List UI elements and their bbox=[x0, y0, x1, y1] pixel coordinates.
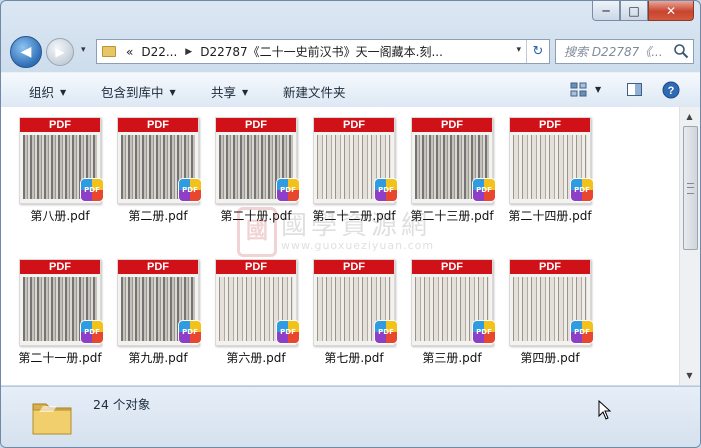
file-list[interactable]: PDF PDF 第八册.pdf PDF PDF 第二册.pdf PDF PDF … bbox=[1, 107, 679, 385]
share-menu[interactable]: 共享 ▼ bbox=[211, 82, 248, 101]
file-item[interactable]: PDF PDF 第六册.pdf bbox=[197, 257, 299, 375]
breadcrumb-overflow[interactable]: « bbox=[126, 45, 133, 59]
file-name: 第四册.pdf bbox=[520, 351, 580, 365]
navigation-bar: ◀ ▶ ▾ « D22... ▶ D22787《二十一史前汉书》天一阁藏本.刻.… bbox=[1, 34, 700, 68]
details-pane: 24 个对象 bbox=[1, 386, 700, 447]
recent-pages-dropdown[interactable]: ▾ bbox=[81, 45, 86, 55]
breadcrumb-current[interactable]: D22787《二十一史前汉书》天一阁藏本.刻... bbox=[200, 43, 443, 60]
vertical-scrollbar[interactable]: ▲ ▼ bbox=[679, 107, 700, 385]
scrollbar-thumb[interactable] bbox=[683, 126, 698, 250]
breadcrumb-separator-icon[interactable]: ▶ bbox=[185, 47, 192, 57]
svg-text:?: ? bbox=[668, 85, 675, 97]
share-label: 共享 bbox=[211, 85, 237, 100]
refresh-icon: ↻ bbox=[532, 44, 544, 59]
mouse-cursor-icon bbox=[598, 400, 612, 420]
pdf-banner: PDF bbox=[314, 260, 394, 274]
scroll-down-button[interactable]: ▼ bbox=[682, 368, 697, 383]
forward-arrow-icon: ▶ bbox=[55, 45, 65, 59]
organize-label: 组织 bbox=[29, 85, 55, 100]
file-item[interactable]: PDF PDF 第二十册.pdf bbox=[197, 115, 299, 233]
explorer-window: ─ □ ✕ ◀ ▶ ▾ « D22... ▶ D22787《二十一史前汉书》天一… bbox=[0, 0, 701, 448]
organize-menu[interactable]: 组织 ▼ bbox=[29, 82, 66, 101]
view-options-dropdown[interactable]: ▼ bbox=[595, 85, 601, 94]
file-item[interactable]: PDF PDF 第七册.pdf bbox=[295, 257, 397, 375]
include-in-library-label: 包含到库中 bbox=[101, 85, 164, 100]
close-button[interactable]: ✕ bbox=[648, 1, 694, 21]
new-folder-button[interactable]: 新建文件夹 bbox=[283, 82, 346, 101]
pdf-banner: PDF bbox=[216, 260, 296, 274]
forward-button[interactable]: ▶ bbox=[46, 38, 74, 66]
folder-icon bbox=[32, 403, 72, 435]
item-count: 24 个对象 bbox=[93, 397, 151, 412]
pdf-banner: PDF bbox=[216, 118, 296, 132]
file-item[interactable]: PDF PDF 第四册.pdf bbox=[491, 257, 593, 375]
pdf-banner: PDF bbox=[412, 260, 492, 274]
help-icon[interactable]: ? bbox=[662, 81, 680, 99]
file-item[interactable]: PDF PDF 第八册.pdf bbox=[1, 115, 103, 233]
pdf-banner: PDF bbox=[412, 118, 492, 132]
command-bar: 组织 ▼ 包含到库中 ▼ 共享 ▼ 新建文件夹 ▼ ? bbox=[1, 72, 700, 108]
preview-pane-icon[interactable] bbox=[626, 81, 644, 99]
file-item[interactable]: PDF PDF 第二十一册.pdf bbox=[1, 257, 103, 375]
pdf-banner: PDF bbox=[20, 260, 100, 274]
back-arrow-icon: ◀ bbox=[20, 44, 32, 60]
grip-icon bbox=[687, 183, 694, 194]
pdf-app-icon: PDF bbox=[571, 179, 593, 201]
pdf-banner: PDF bbox=[118, 260, 198, 274]
folder-icon bbox=[102, 46, 116, 57]
chevron-down-icon: ▼ bbox=[242, 88, 249, 97]
refresh-button[interactable]: ↻ bbox=[526, 40, 549, 63]
include-in-library-menu[interactable]: 包含到库中 ▼ bbox=[101, 82, 176, 101]
change-view-icon[interactable] bbox=[570, 81, 588, 99]
chevron-down-icon: ▼ bbox=[60, 88, 67, 97]
file-item[interactable]: PDF PDF 第九册.pdf bbox=[99, 257, 201, 375]
file-item[interactable]: PDF PDF 第三册.pdf bbox=[393, 257, 495, 375]
file-item[interactable]: PDF PDF 第二册.pdf bbox=[99, 115, 201, 233]
maximize-button[interactable]: □ bbox=[620, 1, 648, 21]
pdf-banner: PDF bbox=[510, 118, 590, 132]
file-item[interactable]: PDF PDF 第二十三册.pdf bbox=[393, 115, 495, 233]
pdf-banner: PDF bbox=[118, 118, 198, 132]
search-icon[interactable] bbox=[673, 43, 689, 59]
pdf-banner: PDF bbox=[510, 260, 590, 274]
minimize-button[interactable]: ─ bbox=[592, 1, 620, 21]
scroll-up-button[interactable]: ▲ bbox=[682, 109, 697, 124]
address-bar[interactable]: « D22... ▶ D22787《二十一史前汉书》天一阁藏本.刻... ▾ ↻ bbox=[96, 39, 550, 64]
breadcrumb-parent[interactable]: D22... bbox=[141, 45, 177, 59]
address-dropdown-icon[interactable]: ▾ bbox=[516, 45, 521, 55]
chevron-down-icon: ▼ bbox=[169, 88, 176, 97]
file-name: 第二十四册.pdf bbox=[508, 209, 592, 223]
file-item[interactable]: PDF PDF 第二十四册.pdf bbox=[491, 115, 593, 233]
search-box[interactable]: 搜索 D22787《... bbox=[555, 39, 694, 64]
pdf-banner: PDF bbox=[20, 118, 100, 132]
window-controls: ─ □ ✕ bbox=[592, 1, 694, 21]
pdf-banner: PDF bbox=[314, 118, 394, 132]
back-button[interactable]: ◀ bbox=[10, 36, 42, 68]
file-item[interactable]: PDF PDF 第二十二册.pdf bbox=[295, 115, 397, 233]
pdf-app-icon: PDF bbox=[571, 321, 593, 343]
search-input[interactable]: 搜索 D22787《... bbox=[564, 43, 668, 60]
